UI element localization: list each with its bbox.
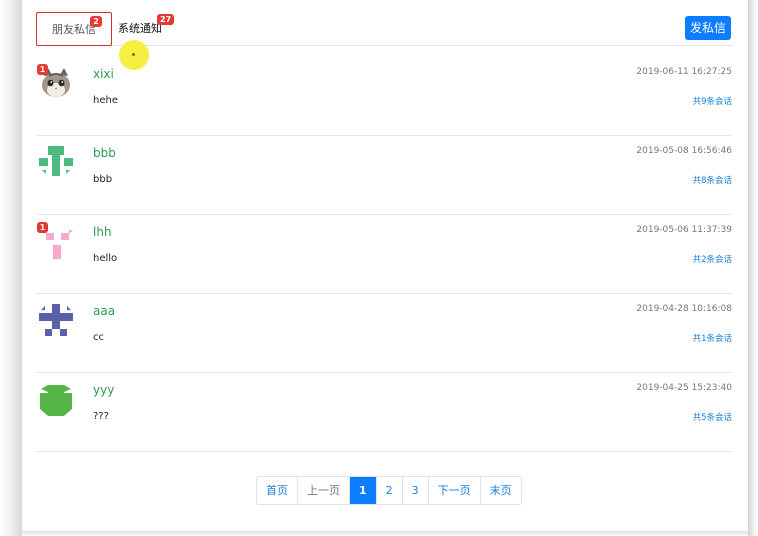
cursor-highlight bbox=[119, 40, 149, 70]
message-time: 2019-06-11 16:27:25 bbox=[636, 67, 732, 77]
sender-name[interactable]: yyy bbox=[93, 383, 114, 397]
sender-name[interactable]: lhh bbox=[93, 225, 112, 239]
last-page-link[interactable]: 末页 bbox=[480, 477, 521, 504]
send-letter-button[interactable]: 发私信 bbox=[685, 16, 731, 40]
purple-identicon-icon bbox=[39, 304, 73, 336]
avatar[interactable]: 1 bbox=[37, 222, 73, 259]
green-identicon-icon bbox=[39, 146, 73, 176]
list-item[interactable]: yyy ??? 2019-04-25 15:23:40 共5条会话 bbox=[36, 373, 732, 452]
bottom-shadow bbox=[22, 531, 748, 536]
lime-identicon-icon bbox=[40, 385, 72, 416]
conversation-count-link[interactable]: 共1条会话 bbox=[693, 332, 732, 344]
conversation-count-link[interactable]: 共5条会话 bbox=[693, 411, 732, 423]
prev-page-link[interactable]: 上一页 bbox=[298, 477, 350, 504]
message-time: 2019-04-25 15:23:40 bbox=[636, 383, 732, 393]
message-time: 2019-05-06 11:37:39 bbox=[636, 225, 732, 235]
conversation-count-link[interactable]: 共8条会话 bbox=[693, 174, 732, 186]
next-page-link[interactable]: 下一页 bbox=[428, 477, 481, 504]
page-1-link[interactable]: 1 bbox=[350, 477, 377, 504]
right-shadow bbox=[748, 0, 758, 536]
sender-name[interactable]: xixi bbox=[93, 67, 114, 81]
avatar[interactable] bbox=[39, 383, 73, 417]
pagination: 首页 上一页 1 2 3 下一页 末页 bbox=[256, 476, 522, 505]
page-3-link[interactable]: 3 bbox=[402, 477, 429, 504]
tab-system-notices[interactable]: 系统通知 27 bbox=[118, 12, 175, 45]
tab-friend-letters-badge: 2 bbox=[90, 16, 102, 27]
message-time: 2019-05-08 16:56:46 bbox=[636, 146, 732, 156]
sender-name[interactable]: aaa bbox=[93, 304, 115, 318]
tab-system-notices-badge: 27 bbox=[157, 14, 175, 25]
list-item[interactable]: 1 lhh hello 2019-05-06 11:37:39 共2条会话 bbox=[36, 215, 732, 294]
sender-name[interactable]: bbb bbox=[93, 146, 116, 160]
avatar[interactable]: 1 bbox=[37, 64, 73, 101]
message-preview: ??? bbox=[93, 411, 109, 422]
unread-badge: 1 bbox=[37, 222, 48, 233]
message-preview: hehe bbox=[93, 95, 118, 106]
list-item[interactable]: 1 xixi hehe 2019-06-11 16:27:25 共9条会话 bbox=[36, 57, 732, 136]
list-item[interactable]: aaa cc 2019-04-28 10:16:08 共1条会话 bbox=[36, 294, 732, 373]
unread-badge: 1 bbox=[37, 64, 48, 75]
page-2-link[interactable]: 2 bbox=[376, 477, 403, 504]
list-item[interactable]: bbb bbb 2019-05-08 16:56:46 共8条会话 bbox=[36, 136, 732, 215]
first-page-link[interactable]: 首页 bbox=[257, 477, 298, 504]
message-preview: bbb bbox=[93, 174, 113, 185]
conversation-count-link[interactable]: 共9条会话 bbox=[693, 95, 732, 107]
left-shadow bbox=[0, 0, 22, 536]
message-time: 2019-04-28 10:16:08 bbox=[636, 304, 732, 314]
avatar[interactable] bbox=[39, 304, 73, 338]
message-preview: hello bbox=[93, 253, 118, 264]
message-preview: cc bbox=[93, 332, 104, 343]
conversation-count-link[interactable]: 共2条会话 bbox=[693, 253, 732, 265]
avatar[interactable] bbox=[39, 146, 73, 180]
tab-system-notices-label: 系统通知 bbox=[118, 22, 162, 35]
letters-panel: 朋友私信 2 系统通知 27 发私信 1 xixi hehe 2019-06-1… bbox=[22, 0, 748, 531]
tab-friend-letters[interactable]: 朋友私信 2 bbox=[36, 12, 112, 46]
